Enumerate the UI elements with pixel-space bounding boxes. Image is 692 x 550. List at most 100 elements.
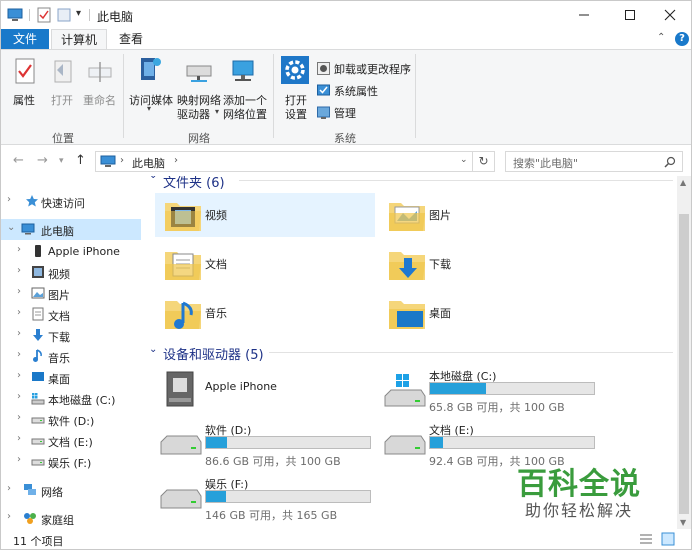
drive-icon [31,417,45,424]
network-icon [24,484,36,495]
properties-icon[interactable] [37,7,51,23]
group-system-label: 系统 [334,132,356,145]
nav-network[interactable]: › 网络 [1,480,141,501]
chevron-down-icon[interactable]: ⌄ [149,344,157,355]
chevron-down-icon[interactable]: ⌄ [7,222,15,233]
nav-quick-access[interactable]: › 快速访问 [1,191,141,212]
chevron-down-icon: ▾ [215,107,220,116]
vertical-scrollbar[interactable]: ▲ ▼ [677,176,691,529]
nav-this-pc[interactable]: ⌄ 此电脑 [1,219,141,240]
chevron-right-icon[interactable]: › [7,511,11,522]
chevron-right-icon[interactable]: › [17,328,21,339]
folder-tile-music[interactable]: 音乐 [155,291,375,335]
back-arrow-icon[interactable]: ← [13,153,24,168]
map-drive-icon [186,65,212,82]
nav-pictures[interactable]: › 图片 [1,283,141,304]
folder-tile-documents[interactable]: 文档 [155,242,375,286]
search-input[interactable]: 搜索"此电脑" [505,151,683,172]
recent-locations-icon[interactable]: ▾ [59,156,64,166]
device-tile-iphone[interactable]: Apple iPhone [155,366,375,410]
manage-button[interactable]: 管理 [334,105,356,121]
properties-button[interactable]: 属性 [13,92,35,108]
minimize-button[interactable] [561,1,607,29]
device-tile-c[interactable]: 本地磁盘 (C:) 65.8 GB 可用，共 100 GB [379,366,609,414]
nav-homegroup[interactable]: › 家庭组 [1,508,141,529]
chevron-right-icon[interactable]: › [17,391,21,402]
nav-music[interactable]: › 音乐 [1,346,141,367]
chevron-right-icon[interactable]: › [17,433,21,444]
folder-tile-desktop[interactable]: 桌面 [379,291,599,335]
folder-tile-videos[interactable]: 视频 [155,193,375,237]
chevron-down-icon[interactable]: ⌄ [149,176,157,181]
system-properties-button[interactable]: 系统属性 [334,83,378,99]
device-tile-d[interactable]: 软件 (D:) 86.6 GB 可用，共 100 GB [155,420,385,468]
open-button[interactable]: 打开 [51,92,73,108]
nav-documents[interactable]: › 文档 [1,304,141,325]
tab-file[interactable]: 文件 [1,29,49,49]
nav-desktop[interactable]: › 桌面 [1,367,141,388]
nav-drive-d[interactable]: › 软件 (D:) [1,409,141,430]
chevron-right-icon[interactable]: › [17,286,21,297]
group-divider [273,54,274,138]
chevron-right-icon[interactable]: › [17,370,21,381]
nav-downloads[interactable]: › 下载 [1,325,141,346]
group-divider [415,54,416,138]
nav-label: 娱乐 (F:) [48,457,92,470]
forward-arrow-icon[interactable]: → [37,153,48,168]
new-folder-icon[interactable] [57,7,71,23]
nav-drive-f[interactable]: › 娱乐 (F:) [1,451,141,472]
chevron-right-icon[interactable]: › [7,194,11,205]
folder-tile-pictures[interactable]: 图片 [379,193,599,237]
desktop-icon [32,372,44,381]
chevron-right-icon[interactable]: › [174,155,178,166]
navigation-pane: › 快速访问 ⌄ 此电脑 › Apple iPhone › 视频 › 图片 › … [1,179,141,529]
large-icons-view-icon[interactable] [661,532,675,546]
drive-icon [160,489,202,509]
nav-videos[interactable]: › 视频 [1,262,141,283]
nav-apple-iphone[interactable]: › Apple iPhone [1,241,141,262]
phone-icon [35,245,41,257]
collapse-ribbon-icon[interactable]: ⌃ [657,32,665,43]
details-view-icon[interactable] [639,533,653,545]
quick-access-dropdown-icon[interactable]: ▾ [76,8,81,19]
help-icon[interactable]: ? [675,32,689,46]
open-icon [54,60,72,83]
chevron-right-icon[interactable]: › [17,454,21,465]
refresh-button[interactable]: ↻ [473,151,495,172]
chevron-right-icon[interactable]: › [17,265,21,276]
homegroup-icon [24,513,36,524]
system-disk-icon [384,374,426,407]
device-tile-f[interactable]: 娱乐 (F:) 146 GB 可用，共 165 GB [155,474,385,522]
chevron-right-icon[interactable]: › [17,349,21,360]
folders-group-header[interactable]: 文件夹 (6) [163,176,225,191]
nav-label: Apple iPhone [48,245,120,258]
rename-button[interactable]: 重命名 [83,92,116,108]
folder-tile-downloads[interactable]: 下载 [379,242,599,286]
chevron-right-icon[interactable]: › [17,307,21,318]
properties-icon[interactable] [13,58,37,84]
folder-label: 视频 [205,209,227,222]
scroll-up-icon[interactable]: ▲ [680,178,686,187]
close-button[interactable] [647,1,691,29]
up-arrow-icon[interactable]: ↑ [75,153,86,168]
nav-label: 家庭组 [41,514,74,527]
chevron-down-icon[interactable]: ⌄ [460,155,468,165]
chevron-right-icon[interactable]: › [7,483,11,494]
uninstall-button[interactable]: 卸载或更改程序 [334,61,411,77]
address-bar[interactable]: › 此电脑 › ⌄ [95,151,473,172]
breadcrumb-this-pc[interactable]: 此电脑 [132,155,165,171]
computer-icon [100,155,116,167]
music-folder-icon [165,301,201,329]
nav-drive-e[interactable]: › 文档 (E:) [1,430,141,451]
scroll-down-icon[interactable]: ▼ [680,518,686,527]
scrollbar-thumb[interactable] [679,214,689,514]
devices-group-header[interactable]: 设备和驱动器 (5) [163,344,264,363]
disk-usage-fill [206,437,228,448]
chevron-right-icon[interactable]: › [17,412,21,423]
tab-view[interactable]: 查看 [109,29,153,49]
tab-computer[interactable]: 计算机 [51,29,107,50]
folder-label: 文档 [205,258,227,271]
nav-local-disk-c[interactable]: › 本地磁盘 (C:) [1,388,141,409]
watermark-subtitle: 助你轻松解决 [525,501,634,520]
chevron-right-icon[interactable]: › [17,244,21,255]
